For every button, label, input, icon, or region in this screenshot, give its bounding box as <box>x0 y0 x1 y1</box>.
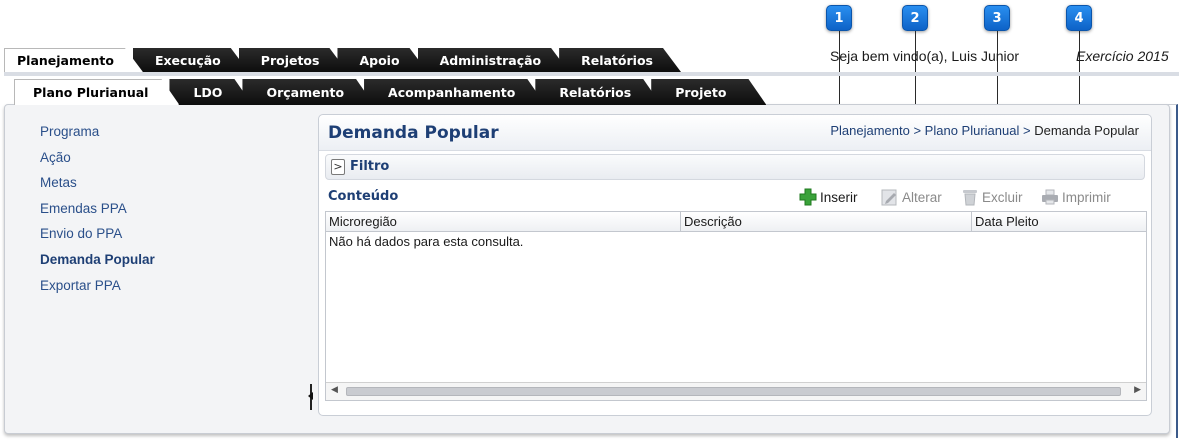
menu-item-exportar-ppa[interactable]: Exportar PPA <box>40 278 155 304</box>
delete-label: Excluir <box>982 189 1023 205</box>
menu-item-demanda-popular[interactable]: Demanda Popular <box>40 252 155 278</box>
subtab-orcamento[interactable]: Orçamento <box>242 79 374 105</box>
horizontal-scrollbar[interactable]: ◀ ▶ <box>326 382 1146 400</box>
plus-icon <box>799 188 817 206</box>
content-label: Conteúdo <box>328 189 399 204</box>
tab-planejamento[interactable]: Planejamento <box>4 48 143 72</box>
trash-icon <box>961 188 979 206</box>
panel-header: Demanda Popular Planejamento > Plano Plu… <box>319 115 1151 151</box>
edit-button[interactable]: Alterar <box>881 188 942 206</box>
callout-4: 4 <box>1066 5 1092 31</box>
menu-item-emendas-ppa[interactable]: Emendas PPA <box>40 201 155 227</box>
exercicio-label: Exercício 2015 <box>1076 48 1169 64</box>
insert-button[interactable]: Inserir <box>799 188 858 206</box>
subtab-projeto[interactable]: Projeto <box>651 79 766 105</box>
empty-message: Não há dados para esta consulta. <box>329 234 524 249</box>
menu-item-acao[interactable]: Ação <box>40 150 155 176</box>
breadcrumb: Planejamento > Plano Plurianual > Demand… <box>830 123 1139 138</box>
data-grid: Microregião Descrição Data Pleito Não há… <box>325 211 1147 401</box>
sub-nav: Plano Plurianual LDO Orçamento Acompanha… <box>14 79 756 105</box>
side-menu: Programa Ação Metas Emendas PPA Envio do… <box>40 124 155 303</box>
column-header-data-pleito[interactable]: Data Pleito <box>972 212 1146 231</box>
edit-label: Alterar <box>902 189 942 205</box>
top-nav: Planejamento Execução Projetos Apoio Adm… <box>4 48 671 72</box>
tab-relatorios[interactable]: Relatórios <box>559 48 681 72</box>
menu-item-metas[interactable]: Metas <box>40 175 155 201</box>
subtab-relatorios[interactable]: Relatórios <box>535 79 661 105</box>
column-header-microregiao[interactable]: Microregião <box>326 212 681 231</box>
content-panel: Demanda Popular Planejamento > Plano Plu… <box>318 114 1152 416</box>
edit-icon <box>881 188 899 206</box>
scroll-right-icon[interactable]: ▶ <box>1134 385 1141 395</box>
callout-3: 3 <box>984 5 1010 31</box>
grid-header: Microregião Descrição Data Pleito <box>326 212 1146 232</box>
nav-divider <box>4 72 1179 76</box>
breadcrumb-plano-plurianual[interactable]: Plano Plurianual <box>925 123 1020 138</box>
tab-projetos[interactable]: Projetos <box>239 48 348 72</box>
subtab-plano-plurianual[interactable]: Plano Plurianual <box>14 79 179 105</box>
menu-item-envio-ppa[interactable]: Envio do PPA <box>40 226 155 252</box>
filter-label[interactable]: Filtro <box>350 159 389 174</box>
menu-item-programa[interactable]: Programa <box>40 124 155 150</box>
breadcrumb-planejamento[interactable]: Planejamento <box>830 123 910 138</box>
page-title: Demanda Popular <box>328 123 499 143</box>
callout-2: 2 <box>902 5 928 31</box>
column-header-descricao[interactable]: Descrição <box>681 212 972 231</box>
content-toolbar: Conteúdo Inserir Alterar Excluir Imprimi… <box>325 183 1145 211</box>
tab-apoio[interactable]: Apoio <box>337 48 427 72</box>
scroll-thumb[interactable] <box>346 387 1121 396</box>
splitter-handle[interactable] <box>308 384 315 410</box>
delete-button[interactable]: Excluir <box>961 188 1023 206</box>
print-label: Imprimir <box>1062 189 1111 205</box>
breadcrumb-current: Demanda Popular <box>1034 123 1139 138</box>
callout-1: 1 <box>826 5 852 31</box>
breadcrumb-separator: > <box>913 123 922 138</box>
subtab-ldo[interactable]: LDO <box>169 79 252 105</box>
welcome-text: Seja bem vindo(a), Luis Junior <box>830 48 1020 64</box>
shell-edge <box>1160 104 1178 438</box>
tab-administracao[interactable]: Administração <box>418 48 570 72</box>
printer-icon <box>1041 188 1059 206</box>
breadcrumb-separator: > <box>1022 123 1031 138</box>
print-button[interactable]: Imprimir <box>1041 188 1111 206</box>
scroll-left-icon[interactable]: ◀ <box>331 385 338 395</box>
tab-execucao[interactable]: Execução <box>133 48 249 72</box>
subtab-acompanhamento[interactable]: Acompanhamento <box>364 79 545 105</box>
expand-icon[interactable]: > <box>331 159 345 175</box>
filter-bar[interactable]: > Filtro <box>325 154 1145 180</box>
insert-label: Inserir <box>820 189 858 205</box>
